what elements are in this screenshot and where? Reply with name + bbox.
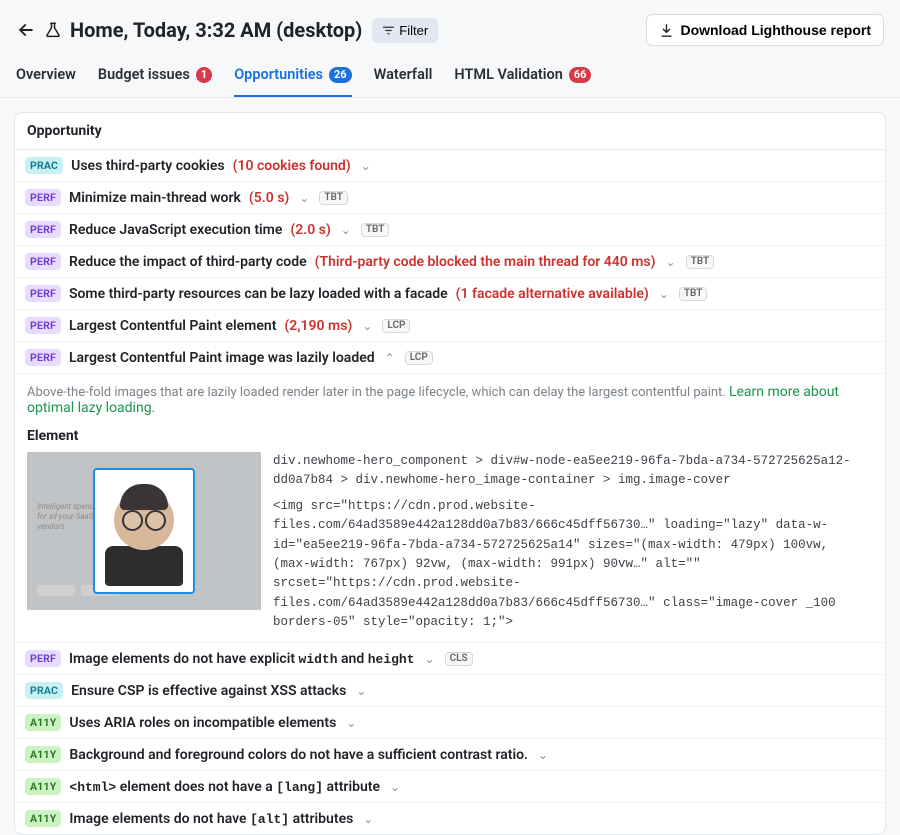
tag-a11y: A11Y [25, 778, 61, 795]
opportunity-detail: (2,190 ms) [284, 318, 352, 334]
download-icon [659, 23, 674, 38]
metric-pill-tbt: TBT [319, 191, 348, 205]
download-label: Download Lighthouse report [680, 22, 871, 38]
chevron-down-icon[interactable]: ⌄ [423, 652, 437, 666]
tab-budget-count: 1 [196, 67, 212, 83]
opportunity-title: Ensure CSP is effective against XSS atta… [71, 683, 346, 699]
tag-perf: PERF [25, 285, 61, 302]
metric-pill-tbt: TBT [361, 223, 390, 237]
chevron-down-icon[interactable]: ⌄ [354, 684, 368, 698]
back-icon[interactable] [16, 20, 36, 40]
chevron-down-icon[interactable]: ⌄ [361, 812, 375, 826]
metric-pill-lcp: LCP [405, 351, 433, 365]
opportunity-title: Reduce JavaScript execution time [69, 222, 282, 238]
opportunity-row[interactable]: A11Y <html> element does not have a [lan… [15, 771, 885, 803]
metric-pill-cls: CLS [445, 652, 473, 666]
chevron-down-icon[interactable]: ⌄ [360, 319, 374, 333]
opportunity-title: <html> element does not have a [lang] at… [69, 779, 380, 795]
tab-overview[interactable]: Overview [16, 56, 76, 97]
tab-opportunities-label: Opportunities [234, 66, 323, 83]
metric-pill-lcp: LCP [382, 319, 410, 333]
thumbnail-highlight [93, 468, 195, 594]
opportunity-description: Above-the-fold images that are lazily lo… [27, 385, 729, 400]
opportunity-detail: (Third-party code blocked the main threa… [315, 254, 656, 270]
tag-perf: PERF [25, 650, 61, 667]
opportunity-detail: (5.0 s) [249, 190, 289, 206]
opportunity-row[interactable]: PRAC Uses third-party cookies (10 cookie… [15, 150, 885, 182]
element-thumbnail: Intelligent spend optimisation for all y… [27, 452, 261, 610]
element-code: div.newhome-hero_component > div#w-node-… [273, 452, 873, 632]
tag-perf: PERF [25, 253, 61, 270]
opportunity-title: Image elements do not have explicit widt… [69, 651, 415, 667]
tab-budget-issues[interactable]: Budget issues 1 [98, 56, 212, 97]
opportunity-title: Reduce the impact of third-party code [69, 254, 307, 270]
opportunity-row[interactable]: PERF Reduce the impact of third-party co… [15, 246, 885, 278]
metric-pill-tbt: TBT [679, 287, 708, 301]
tag-a11y: A11Y [25, 746, 61, 763]
tag-prac: PRAC [25, 682, 63, 699]
chevron-down-icon[interactable]: ⌄ [657, 287, 671, 301]
chevron-down-icon[interactable]: ⌄ [359, 159, 373, 173]
tag-a11y: A11Y [25, 810, 61, 827]
tab-opportunities[interactable]: Opportunities 26 [234, 56, 351, 97]
element-html-snippet: <img src="https://cdn.prod.website-files… [273, 497, 873, 633]
download-report-button[interactable]: Download Lighthouse report [646, 14, 884, 46]
opportunity-detail: (2.0 s) [290, 222, 330, 238]
chevron-down-icon[interactable]: ⌄ [664, 255, 678, 269]
opportunity-title: Image elements do not have [alt] attribu… [69, 811, 353, 827]
opportunity-title: Some third-party resources can be lazy l… [69, 286, 448, 302]
chevron-down-icon[interactable]: ⌄ [536, 748, 550, 762]
tab-html-validation[interactable]: HTML Validation 66 [454, 56, 591, 97]
tabs: Overview Budget issues 1 Opportunities 2… [0, 56, 900, 98]
opportunity-title: Minimize main-thread work [69, 190, 241, 206]
opportunity-header: Opportunity [15, 113, 885, 150]
tab-waterfall[interactable]: Waterfall [374, 56, 433, 97]
opportunity-title: Uses ARIA roles on incompatible elements [69, 715, 336, 731]
opportunity-row[interactable]: A11Y Uses ARIA roles on incompatible ele… [15, 707, 885, 739]
filter-icon [382, 24, 395, 37]
opportunity-row[interactable]: A11Y Background and foreground colors do… [15, 739, 885, 771]
opportunity-row[interactable]: PERF Reduce JavaScript execution time (2… [15, 214, 885, 246]
tab-budget-label: Budget issues [98, 66, 190, 83]
element-selector-path: div.newhome-hero_component > div#w-node-… [273, 452, 873, 491]
filter-button[interactable]: Filter [372, 18, 438, 43]
opportunity-title: Largest Contentful Paint image was lazil… [69, 350, 375, 366]
opportunity-row[interactable]: PERF Minimize main-thread work (5.0 s) ⌄… [15, 182, 885, 214]
opportunity-row[interactable]: PERF Some third-party resources can be l… [15, 278, 885, 310]
opportunity-row[interactable]: PRAC Ensure CSP is effective against XSS… [15, 675, 885, 707]
opportunity-row[interactable]: PERF Largest Contentful Paint element (2… [15, 310, 885, 342]
element-label: Element [27, 428, 873, 444]
opportunity-row[interactable]: A11Y Image elements do not have [alt] at… [15, 803, 885, 834]
flask-icon [44, 21, 62, 39]
chevron-down-icon[interactable]: ⌄ [297, 191, 311, 205]
chevron-down-icon[interactable]: ⌄ [344, 716, 358, 730]
chevron-down-icon[interactable]: ⌄ [339, 223, 353, 237]
opportunity-detail: (10 cookies found) [233, 158, 351, 174]
opportunity-panel: Opportunity PRAC Uses third-party cookie… [14, 112, 886, 835]
filter-label: Filter [399, 23, 428, 38]
chevron-up-icon[interactable]: ⌃ [383, 351, 397, 365]
opportunity-row[interactable]: PERF Image elements do not have explicit… [15, 643, 885, 675]
opportunity-expanded: Above-the-fold images that are lazily lo… [15, 374, 885, 643]
opportunity-title: Background and foreground colors do not … [69, 747, 528, 763]
opportunity-row-expanded-header[interactable]: PERF Largest Contentful Paint image was … [15, 342, 885, 374]
tag-perf: PERF [25, 349, 61, 366]
tab-html-validation-label: HTML Validation [454, 66, 562, 83]
tag-a11y: A11Y [25, 714, 61, 731]
opportunity-title: Largest Contentful Paint element [69, 318, 276, 334]
opportunity-title: Uses third-party cookies [71, 158, 225, 174]
tag-perf: PERF [25, 221, 61, 238]
opportunity-detail: (1 facade alternative available) [456, 286, 649, 302]
metric-pill-tbt: TBT [686, 255, 715, 269]
tag-perf: PERF [25, 189, 61, 206]
chevron-down-icon[interactable]: ⌄ [388, 780, 402, 794]
tab-opportunities-count: 26 [329, 67, 352, 83]
page-title: Home, Today, 3:32 AM (desktop) [70, 18, 362, 42]
tab-html-validation-count: 66 [569, 67, 592, 83]
tag-prac: PRAC [25, 157, 63, 174]
tag-perf: PERF [25, 317, 61, 334]
